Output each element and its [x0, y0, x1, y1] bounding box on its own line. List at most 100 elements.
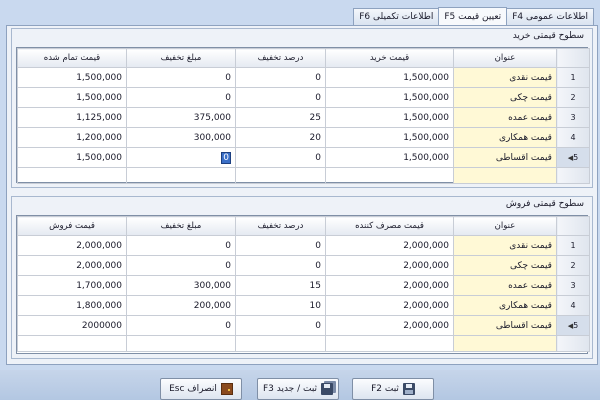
purchase-price-cell[interactable]: 1,500,000 [325, 127, 454, 148]
discount-percent-cell[interactable]: 15 [235, 275, 326, 296]
table-row[interactable]: 1,800,000 200,000 10 2,000,000 قیمت همکا… [17, 295, 590, 316]
row-number[interactable]: 2 [556, 255, 590, 276]
table-row[interactable]: 2,000,000 0 0 2,000,000 قیمت نقدی 1 [17, 235, 590, 256]
final-cost-cell[interactable]: 1,200,000 [17, 127, 127, 148]
column-header-title[interactable]: عنوان [453, 48, 557, 68]
empty-cell[interactable] [126, 167, 236, 184]
title-cell[interactable]: قیمت نقدی [453, 235, 557, 256]
table-row-new[interactable] [17, 167, 590, 184]
sale-price-cell[interactable]: 2000000 [17, 315, 127, 336]
column-header-discount-percent[interactable]: درصد تخفیف [235, 48, 326, 68]
purchase-price-cell[interactable]: 1,500,000 [325, 87, 454, 108]
discount-amount-cell[interactable]: 0 [126, 315, 236, 336]
discount-percent-cell[interactable]: 10 [235, 295, 326, 316]
row-number[interactable]: 4 [556, 295, 590, 316]
consumer-price-cell[interactable]: 2,000,000 [325, 255, 454, 276]
purchase-price-grid[interactable]: قیمت تمام شده مبلغ تخفیف درصد تخفیف قیمت… [16, 47, 590, 184]
discount-percent-cell[interactable]: 0 [235, 255, 326, 276]
final-cost-cell[interactable]: 1,500,000 [17, 67, 127, 88]
discount-amount-cell[interactable]: 300,000 [126, 127, 236, 148]
title-cell[interactable]: قیمت نقدی [453, 67, 557, 88]
consumer-price-cell[interactable]: 2,000,000 [325, 275, 454, 296]
table-row[interactable]: 1,500,000 0 0 1,500,000 قیمت چکی 2 [17, 87, 590, 108]
discount-percent-cell[interactable]: 25 [235, 107, 326, 128]
discount-percent-cell[interactable]: 0 [235, 87, 326, 108]
column-header-final-cost[interactable]: قیمت تمام شده [17, 48, 127, 68]
table-row[interactable]: 1,125,000 375,000 25 1,500,000 قیمت عمده… [17, 107, 590, 128]
cancel-button[interactable]: انصراف Esc [160, 378, 242, 400]
discount-percent-cell[interactable]: 0 [235, 147, 326, 168]
empty-cell[interactable] [235, 167, 326, 184]
title-cell[interactable]: قیمت عمده [453, 107, 557, 128]
column-header-purchase-price[interactable]: قیمت خرید [325, 48, 454, 68]
purchase-price-cell[interactable]: 1,500,000 [325, 147, 454, 168]
discount-amount-cell[interactable]: 0 [126, 87, 236, 108]
table-row-current[interactable]: 2000000 0 0 2,000,000 قیمت اقساطی ◀5 [17, 315, 590, 336]
title-cell[interactable]: قیمت اقساطی [453, 315, 557, 336]
empty-cell[interactable] [325, 335, 454, 352]
final-cost-cell[interactable]: 1,500,000 [17, 87, 127, 108]
discount-amount-cell[interactable]: 300,000 [126, 275, 236, 296]
purchase-price-cell[interactable]: 1,500,000 [325, 107, 454, 128]
empty-cell[interactable] [17, 335, 127, 352]
discount-percent-cell[interactable]: 0 [235, 67, 326, 88]
row-number[interactable]: ◀5 [556, 147, 590, 168]
discount-amount-cell[interactable]: 0 [126, 67, 236, 88]
sale-price-cell[interactable]: 1,700,000 [17, 275, 127, 296]
tab-pricing[interactable]: تعیین قیمت F5 [438, 7, 508, 25]
discount-percent-cell[interactable]: 20 [235, 127, 326, 148]
tab-additional-info[interactable]: اطلاعات تکمیلی F6 [353, 8, 440, 25]
sale-price-cell[interactable]: 1,800,000 [17, 295, 127, 316]
table-row[interactable]: 1,700,000 300,000 15 2,000,000 قیمت عمده… [17, 275, 590, 296]
save-new-button[interactable]: ثبت / جدید F3 [257, 378, 339, 400]
consumer-price-cell[interactable]: 2,000,000 [325, 235, 454, 256]
discount-amount-cell[interactable]: 200,000 [126, 295, 236, 316]
discount-percent-cell[interactable]: 0 [235, 235, 326, 256]
discount-amount-cell[interactable]: 0 [126, 147, 236, 168]
final-cost-cell[interactable]: 1,500,000 [17, 147, 127, 168]
table-row[interactable]: 1,200,000 300,000 20 1,500,000 قیمت همکا… [17, 127, 590, 148]
empty-cell[interactable] [235, 335, 326, 352]
tab-general-info[interactable]: اطلاعات عمومی F4 [506, 8, 594, 25]
final-cost-cell[interactable]: 1,125,000 [17, 107, 127, 128]
table-row-current[interactable]: 1,500,000 0 0 1,500,000 قیمت اقساطی ◀5 [17, 147, 590, 168]
table-row[interactable]: 2,000,000 0 0 2,000,000 قیمت چکی 2 [17, 255, 590, 276]
row-number[interactable]: 1 [556, 67, 590, 88]
row-number[interactable]: ◀5 [556, 315, 590, 336]
discount-amount-cell[interactable]: 375,000 [126, 107, 236, 128]
column-header-title[interactable]: عنوان [453, 216, 557, 236]
column-header-discount-amount[interactable]: مبلغ تخفیف [126, 48, 236, 68]
empty-cell[interactable] [17, 167, 127, 184]
column-header-discount-amount[interactable]: مبلغ تخفیف [126, 216, 236, 236]
title-cell[interactable]: قیمت عمده [453, 275, 557, 296]
sales-price-grid[interactable]: قیمت فروش مبلغ تخفیف درصد تخفیف قیمت مصر… [16, 215, 590, 354]
consumer-price-cell[interactable]: 2,000,000 [325, 315, 454, 336]
table-row[interactable]: 1,500,000 0 0 1,500,000 قیمت نقدی 1 [17, 67, 590, 88]
empty-cell[interactable] [453, 335, 557, 352]
empty-cell[interactable] [325, 167, 454, 184]
title-cell[interactable]: قیمت چکی [453, 87, 557, 108]
row-number[interactable]: 4 [556, 127, 590, 148]
title-cell[interactable]: قیمت همکاری [453, 295, 557, 316]
consumer-price-cell[interactable]: 2,000,000 [325, 295, 454, 316]
purchase-price-cell[interactable]: 1,500,000 [325, 67, 454, 88]
save-button[interactable]: ثبت F2 [352, 378, 434, 400]
empty-cell[interactable] [126, 335, 236, 352]
discount-amount-cell[interactable]: 0 [126, 235, 236, 256]
discount-amount-edit-field[interactable]: 0 [221, 151, 231, 164]
row-number[interactable]: 3 [556, 107, 590, 128]
column-header-sale-price[interactable]: قیمت فروش [17, 216, 127, 236]
title-cell[interactable]: قیمت چکی [453, 255, 557, 276]
column-header-consumer-price[interactable]: قیمت مصرف کننده [325, 216, 454, 236]
row-number[interactable]: 2 [556, 87, 590, 108]
discount-percent-cell[interactable]: 0 [235, 315, 326, 336]
sale-price-cell[interactable]: 2,000,000 [17, 255, 127, 276]
discount-amount-cell[interactable]: 0 [126, 255, 236, 276]
title-cell[interactable]: قیمت اقساطی [453, 147, 557, 168]
row-number[interactable] [556, 167, 590, 184]
table-row-new[interactable] [17, 335, 590, 352]
column-header-discount-percent[interactable]: درصد تخفیف [235, 216, 326, 236]
row-number[interactable]: 3 [556, 275, 590, 296]
row-number[interactable]: 1 [556, 235, 590, 256]
empty-cell[interactable] [453, 167, 557, 184]
